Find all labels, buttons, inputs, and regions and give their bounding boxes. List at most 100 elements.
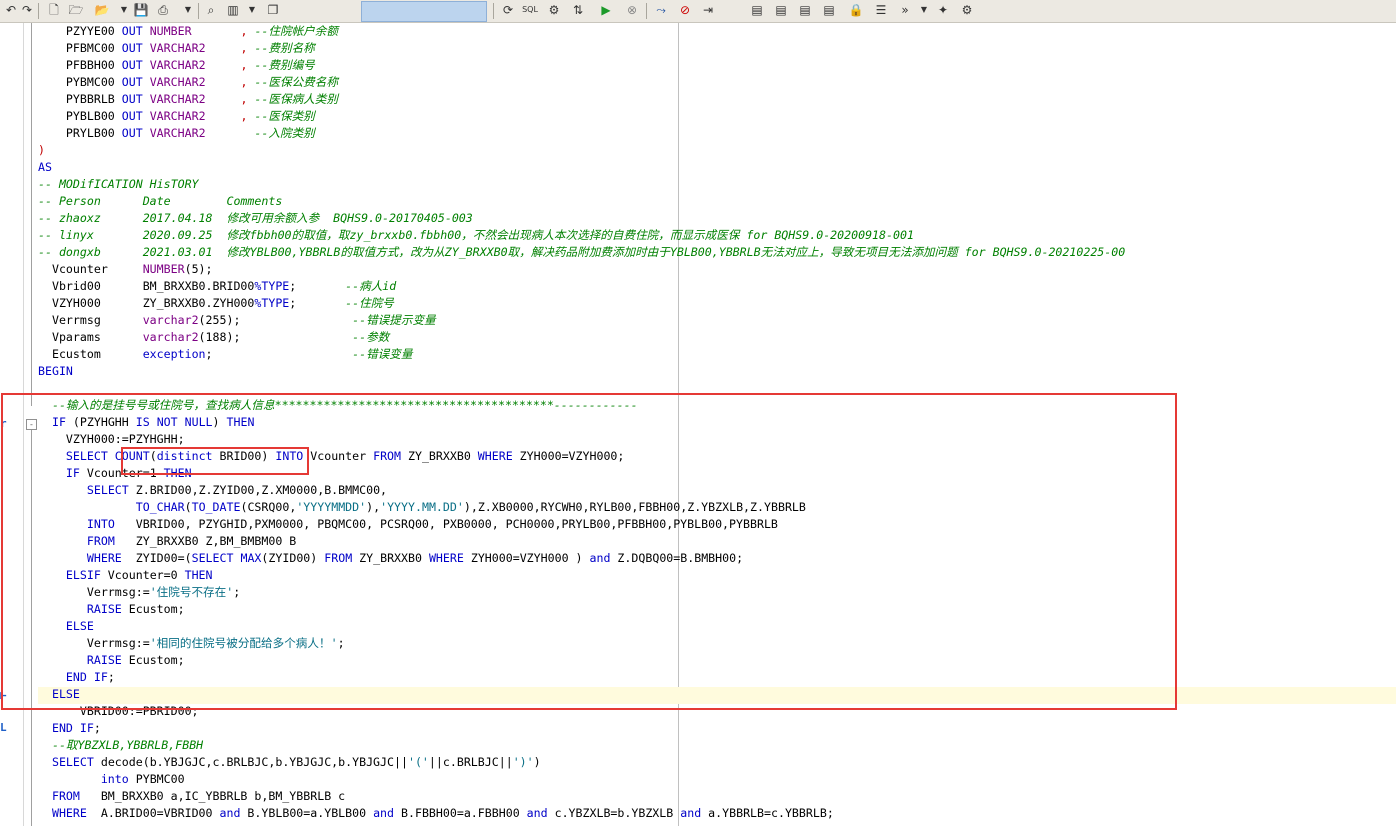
copy-icon[interactable]: ❐	[265, 2, 281, 18]
code-line[interactable]: AS	[38, 159, 1125, 176]
open-icon[interactable]: 🗁	[68, 2, 84, 18]
dropdown-icon[interactable]: ▼	[916, 2, 932, 18]
code-line[interactable]: Vbrid00 BM_BRXXB0.BRID00%TYPE; --病人id	[38, 278, 1125, 295]
sql-icon[interactable]: SQL	[522, 2, 538, 18]
stop-icon[interactable]: ⊗	[624, 2, 640, 18]
code-lines[interactable]: PZYYE00 OUT NUMBER , --住院帐户余额 PFBMC00 OU…	[38, 23, 1125, 822]
dropdown-icon[interactable]: ▼	[244, 2, 260, 18]
code-token: NUMBER	[142, 262, 185, 276]
code-line[interactable]: END IF;	[38, 720, 1125, 737]
indent-icon[interactable]: ⇥	[700, 2, 716, 18]
code-line[interactable]: -- MODifICATION HisTORY	[38, 176, 1125, 193]
code-line[interactable]: PRYLB00 OUT VARCHAR2 --入院类别	[38, 125, 1125, 142]
code-line[interactable]: PFBMC00 OUT VARCHAR2 , --费别名称	[38, 40, 1125, 57]
code-line[interactable]: IF (PZYHGHH IS NOT NULL) THEN	[38, 414, 1125, 431]
find-icon[interactable]: ⌕	[203, 2, 219, 18]
code-line[interactable]: IF Vcounter=1 THEN	[38, 465, 1125, 482]
code-token: PZYYE00	[38, 24, 122, 38]
code-line[interactable]: INTO VBRID00, PZYGHID,PXM0000, PBQMC00, …	[38, 516, 1125, 533]
code-line[interactable]: ELSE	[38, 618, 1125, 635]
code-token: VARCHAR2	[149, 41, 206, 55]
code-line[interactable]: PYBLB00 OUT VARCHAR2 , --医保类别	[38, 108, 1125, 125]
code-line[interactable]: WHERE ZYID00=(SELECT MAX(ZYID00) FROM ZY…	[38, 550, 1125, 567]
fold-line	[31, 23, 32, 406]
code-line[interactable]: SELECT Z.BRID00,Z.ZYID00,Z.XM0000,B.BMMC…	[38, 482, 1125, 499]
code-line[interactable]: VZYH000:=PZYHGHH;	[38, 431, 1125, 448]
code-token: varchar2	[142, 313, 199, 327]
fold-toggle-icon[interactable]	[26, 419, 37, 430]
document-icon[interactable]: ▤	[749, 2, 765, 18]
code-line[interactable]: Verrmsg:='相同的住院号被分配给多个病人！';	[38, 635, 1125, 652]
code-line[interactable]: SELECT COUNT(distinct BRID00) INTO Vcoun…	[38, 448, 1125, 465]
code-line[interactable]: BEGIN	[38, 363, 1125, 380]
code-line[interactable]: PYBMC00 OUT VARCHAR2 , --医保公费名称	[38, 74, 1125, 91]
compile-icon[interactable]: ⚙	[546, 2, 562, 18]
code-line[interactable]: SELECT decode(b.YBJGJC,c.BRLBJC,b.YBJGJC…	[38, 754, 1125, 771]
code-token: ZY_BRXXB0 Z,BM_BMBM00 B	[114, 534, 297, 548]
code-line[interactable]	[38, 380, 1125, 397]
code-line[interactable]: --取YBZXLB,YBBRLB,FBBH	[38, 737, 1125, 754]
connection-combo[interactable]	[361, 1, 487, 22]
document-icon[interactable]: ▤	[797, 2, 813, 18]
redo-icon[interactable]: ↷	[19, 2, 35, 18]
code-line[interactable]: END IF;	[38, 669, 1125, 686]
execute-icon[interactable]: ⇅	[570, 2, 586, 18]
list-icon[interactable]: ☰	[873, 2, 889, 18]
code-editor[interactable]: r ⊢ L PZYYE00 OUT NUMBER , --住院帐户余额 PFBM…	[0, 23, 1396, 826]
code-line[interactable]: -- dongxb 2021.03.01 修改YBLB00,YBBRLB的取值方…	[38, 244, 1125, 261]
code-token: INTO	[275, 449, 304, 463]
code-line[interactable]: -- linyx 2020.09.25 修改fbbh00的取值，取zy_brxx…	[38, 227, 1125, 244]
code-line[interactable]: PYBBRLB OUT VARCHAR2 , --医保病人类别	[38, 91, 1125, 108]
print-icon[interactable]: ⎙	[155, 2, 171, 18]
debug-icon[interactable]: ⤳	[653, 2, 669, 18]
code-line[interactable]: ELSE	[38, 686, 1125, 703]
code-token: ,	[240, 24, 255, 38]
code-line[interactable]: RAISE Ecustom;	[38, 601, 1125, 618]
code-line[interactable]: Vparams varchar2(188); --参数	[38, 329, 1125, 346]
code-token: Vcounter	[303, 449, 374, 463]
code-token: ),	[366, 500, 381, 514]
code-line[interactable]: Vcounter NUMBER(5);	[38, 261, 1125, 278]
code-line[interactable]: VBRID00:=PBRID00;	[38, 703, 1125, 720]
code-line[interactable]: Ecustom exception; --错误变量	[38, 346, 1125, 363]
code-line[interactable]: FROM ZY_BRXXB0 Z,BM_BMBM00 B	[38, 533, 1125, 550]
refresh-icon[interactable]: ⟳	[500, 2, 516, 18]
code-line[interactable]: VZYH000 ZY_BRXXB0.ZYH000%TYPE; --住院号	[38, 295, 1125, 312]
code-token: PYBBRLB	[38, 92, 122, 106]
code-line[interactable]: Verrmsg:='住院号不存在';	[38, 584, 1125, 601]
document-icon[interactable]: ▤	[821, 2, 837, 18]
code-line[interactable]: PZYYE00 OUT NUMBER , --住院帐户余额	[38, 23, 1125, 40]
code-line[interactable]: into PYBMC00	[38, 771, 1125, 788]
dropdown-icon[interactable]: ▼	[116, 2, 132, 18]
code-line[interactable]: ELSIF Vcounter=0 THEN	[38, 567, 1125, 584]
new-file-icon[interactable]: 🗋	[46, 2, 62, 18]
code-token: ZYH000=VZYH000 )	[463, 551, 590, 565]
code-line[interactable]: TO_CHAR(TO_DATE(CSRQ00,'YYYYMMDD'),'YYYY…	[38, 499, 1125, 516]
lock-icon[interactable]: 🔒	[848, 2, 864, 18]
open-folder-icon[interactable]: 📂	[94, 2, 110, 18]
code-line[interactable]: FROM BM_BRXXB0 a,IC_YBBRLB b,BM_YBBRLB c	[38, 788, 1125, 805]
code-token: WHERE	[477, 449, 513, 463]
code-line[interactable]: -- zhaoxz 2017.04.18 修改可用余额入参 BQHS9.0-20…	[38, 210, 1125, 227]
code-line[interactable]: )	[38, 142, 1125, 159]
layout-icon[interactable]: ▥	[225, 2, 241, 18]
code-line[interactable]: Verrmsg varchar2(255); --错误提示变量	[38, 312, 1125, 329]
undo-icon[interactable]: ↶	[3, 2, 19, 18]
run-icon[interactable]: ▶	[598, 2, 614, 18]
no-entry-icon[interactable]: ⊘	[677, 2, 693, 18]
code-line[interactable]: PFBBH00 OUT VARCHAR2 , --费别编号	[38, 57, 1125, 74]
code-line[interactable]: WHERE A.BRID00=VBRID00 and B.YBLB00=a.YB…	[38, 805, 1125, 822]
forward-icon[interactable]: »	[897, 2, 913, 18]
code-line[interactable]: -- Person Date Comments	[38, 193, 1125, 210]
dropdown-icon[interactable]: ▼	[180, 2, 196, 18]
save-icon[interactable]: 💾	[133, 2, 149, 18]
document-icon[interactable]: ▤	[773, 2, 789, 18]
code-line[interactable]: --输入的是挂号号或住院号，查找病人信息********************…	[38, 397, 1125, 414]
lightbulb-icon[interactable]: ✦	[935, 2, 951, 18]
gear-icon[interactable]: ⚙	[959, 2, 975, 18]
code-token: FROM	[373, 449, 402, 463]
code-line[interactable]: RAISE Ecustom;	[38, 652, 1125, 669]
